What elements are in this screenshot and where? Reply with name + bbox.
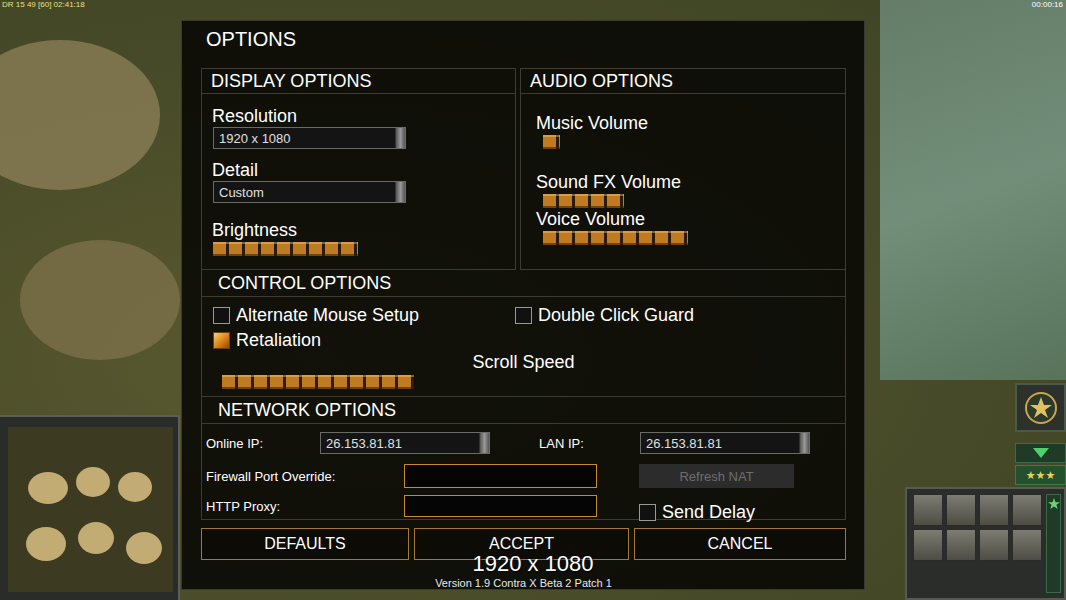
volume-slider[interactable] [543,194,833,208]
general-emblem-icon [1024,391,1058,425]
firewall-port-label: Firewall Port Override: [202,469,404,484]
checkbox[interactable] [213,307,230,324]
lan-ip-label: LAN IP: [539,436,640,451]
dialog-button[interactable]: CANCEL [634,528,846,560]
minimap[interactable] [0,415,180,600]
detail-label: Detail [202,159,515,181]
volume-label: Music Volume [521,112,845,134]
debug-readout: DR 15 49 [60] 02:41:18 [2,0,85,10]
map-base [76,467,110,497]
http-proxy-input[interactable] [404,495,597,517]
section-header: DISPLAY OPTIONS [202,69,515,94]
checkbox[interactable] [639,504,656,521]
unit-strip [1046,494,1061,593]
checkbox-option[interactable]: Retaliation [213,329,515,351]
checkbox-option[interactable]: Double Click Guard [515,304,694,326]
minimap-view[interactable] [8,427,173,592]
resolution-dropdown[interactable]: 1920 x 1080 [213,127,406,149]
rank-button[interactable]: ★★★ [1015,465,1066,485]
version-text: Version 1.9 Contra X Beta 2 Patch 1 [201,577,846,589]
game-timer: 00:00:16 [1032,0,1063,10]
refresh-nat-button[interactable]: Refresh NAT [639,464,794,488]
checkbox[interactable] [213,332,230,349]
volume-slider[interactable] [543,231,833,245]
volume-label: Voice Volume [521,208,845,230]
firewall-port-input[interactable] [404,464,597,488]
volume-label: Sound FX Volume [521,171,845,193]
detail-dropdown[interactable]: Custom [213,181,406,203]
online-ip-dropdown[interactable]: 26.153.81.81 [320,432,490,454]
map-base [78,522,114,554]
dropdown-arrow-icon[interactable] [395,128,405,148]
checkbox[interactable] [515,307,532,324]
audio-options: AUDIO OPTIONS Music Volume Sound FX Volu… [520,68,846,270]
dropdown-arrow-icon[interactable] [479,433,489,453]
expand-button[interactable] [1015,443,1066,463]
resolution-overlay: 1920 x 1080 [433,551,633,577]
brightness-slider[interactable] [213,242,503,256]
send-delay-option[interactable]: Send Delay [639,501,755,523]
terrain [20,240,180,360]
network-options: NETWORK OPTIONS Online IP: 26.153.81.81 … [201,397,846,520]
general-button[interactable] [1015,383,1066,432]
scroll-speed-label: Scroll Speed [202,351,845,373]
dialog-button[interactable]: DEFAULTS [201,528,409,560]
water [880,0,1066,380]
unit-portrait[interactable] [946,529,976,561]
resolution-label: Resolution [202,105,515,127]
online-ip-label: Online IP: [202,436,320,451]
volume-slider[interactable] [543,135,833,149]
dropdown-arrow-icon[interactable] [395,182,405,202]
down-arrow-icon [1033,448,1049,458]
unit-portrait[interactable] [979,529,1009,561]
star-icon [1048,498,1060,510]
unit-portrait[interactable] [946,494,976,526]
map-base [28,472,68,504]
dropdown-arrow-icon[interactable] [799,433,809,453]
terrain [0,40,160,190]
section-header: NETWORK OPTIONS [202,397,845,424]
display-options: DISPLAY OPTIONS Resolution 1920 x 1080 D… [201,68,516,270]
checkbox-option[interactable]: Alternate Mouse Setup [213,304,515,326]
unit-portrait[interactable] [913,529,943,561]
lan-ip-dropdown[interactable]: 26.153.81.81 [640,432,810,454]
unit-portrait[interactable] [979,494,1009,526]
brightness-label: Brightness [202,219,515,241]
scroll-speed-slider[interactable] [222,375,822,389]
unit-portrait[interactable] [1012,494,1042,526]
http-proxy-label: HTTP Proxy: [202,499,404,514]
game-screen: DR 15 49 [60] 02:41:18 00:00:16 ★★★ OPTI… [0,0,1066,600]
dialog-title: OPTIONS [182,21,864,58]
unit-portrait[interactable] [913,494,943,526]
unit-portrait[interactable] [1012,529,1042,561]
map-base [126,532,162,564]
unit-selection-panel [905,487,1066,600]
section-header: AUDIO OPTIONS [521,69,845,94]
control-options: CONTROL OPTIONS Alternate Mouse Setup Do… [201,270,846,397]
map-base [26,527,66,561]
options-dialog: OPTIONS DISPLAY OPTIONS Resolution 1920 … [181,20,865,590]
map-base [118,472,152,502]
section-header: CONTROL OPTIONS [202,270,845,297]
unit-grid [913,494,1042,593]
